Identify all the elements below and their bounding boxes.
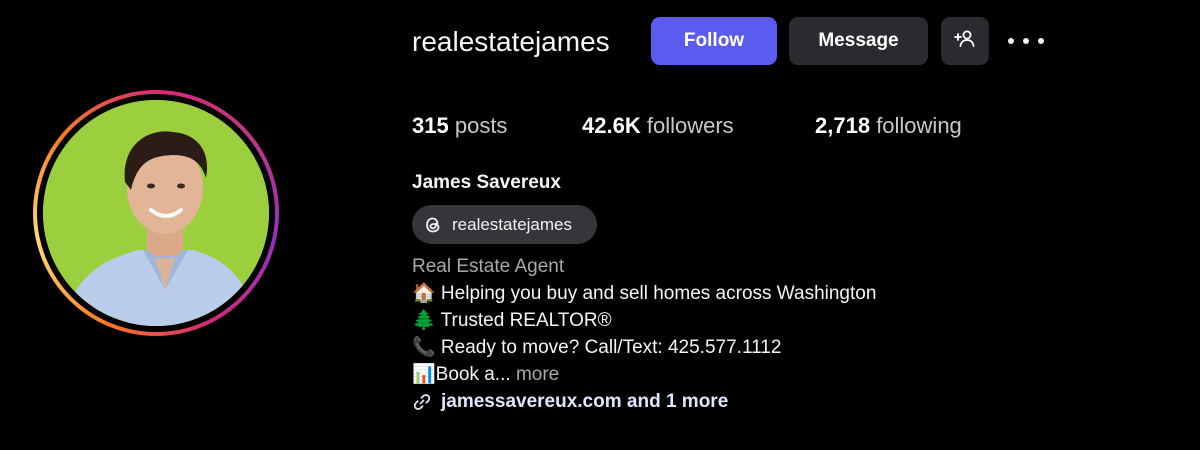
threads-badge-button[interactable]: realestatejames bbox=[412, 205, 597, 244]
bio-line: 📞 Ready to move? Call/Text: 425.577.1112 bbox=[412, 337, 782, 358]
bio-line-text: 📊Book a... bbox=[412, 364, 511, 385]
bio-line: 🏠 Helping you buy and sell homes across … bbox=[412, 283, 877, 304]
profile-category: Real Estate Agent bbox=[412, 256, 565, 277]
profile-avatar-ring[interactable] bbox=[33, 90, 279, 336]
followers-label: followers bbox=[646, 113, 734, 138]
followers-count: 42.6K bbox=[582, 113, 641, 138]
profile-username: realestatejames bbox=[412, 26, 610, 57]
dot bbox=[1038, 38, 1044, 44]
bio-line: 🌲 Trusted REALTOR® bbox=[412, 310, 612, 331]
website-link-text: jamessavereux.com and 1 more bbox=[441, 391, 729, 412]
posts-stat[interactable]: 315 posts bbox=[412, 112, 507, 140]
posts-label: posts bbox=[454, 113, 508, 138]
threads-handle: realestatejames bbox=[452, 214, 573, 234]
dot bbox=[1023, 38, 1029, 44]
follow-button[interactable]: Follow bbox=[651, 17, 777, 65]
add-user-icon bbox=[954, 29, 976, 53]
message-button[interactable]: Message bbox=[789, 17, 928, 65]
bio-more-link[interactable]: more bbox=[516, 364, 559, 385]
followers-stat[interactable]: 42.6K followers bbox=[582, 112, 734, 140]
more-options-icon[interactable] bbox=[1008, 30, 1044, 52]
following-count: 2,718 bbox=[815, 113, 871, 138]
avatar-photo bbox=[43, 100, 269, 326]
threads-icon bbox=[422, 214, 444, 236]
avatar[interactable] bbox=[43, 100, 269, 326]
suggest-users-button[interactable] bbox=[941, 17, 989, 65]
dot bbox=[1008, 38, 1014, 44]
profile-website-link[interactable]: jamessavereux.com and 1 more bbox=[412, 390, 728, 414]
link-icon bbox=[412, 392, 432, 412]
following-stat[interactable]: 2,718 following bbox=[815, 112, 962, 140]
posts-count: 315 bbox=[412, 113, 449, 138]
bio-line-truncated: 📊Book a... more bbox=[412, 363, 559, 387]
following-label: following bbox=[876, 113, 962, 138]
profile-full-name: James Savereux bbox=[412, 172, 561, 193]
